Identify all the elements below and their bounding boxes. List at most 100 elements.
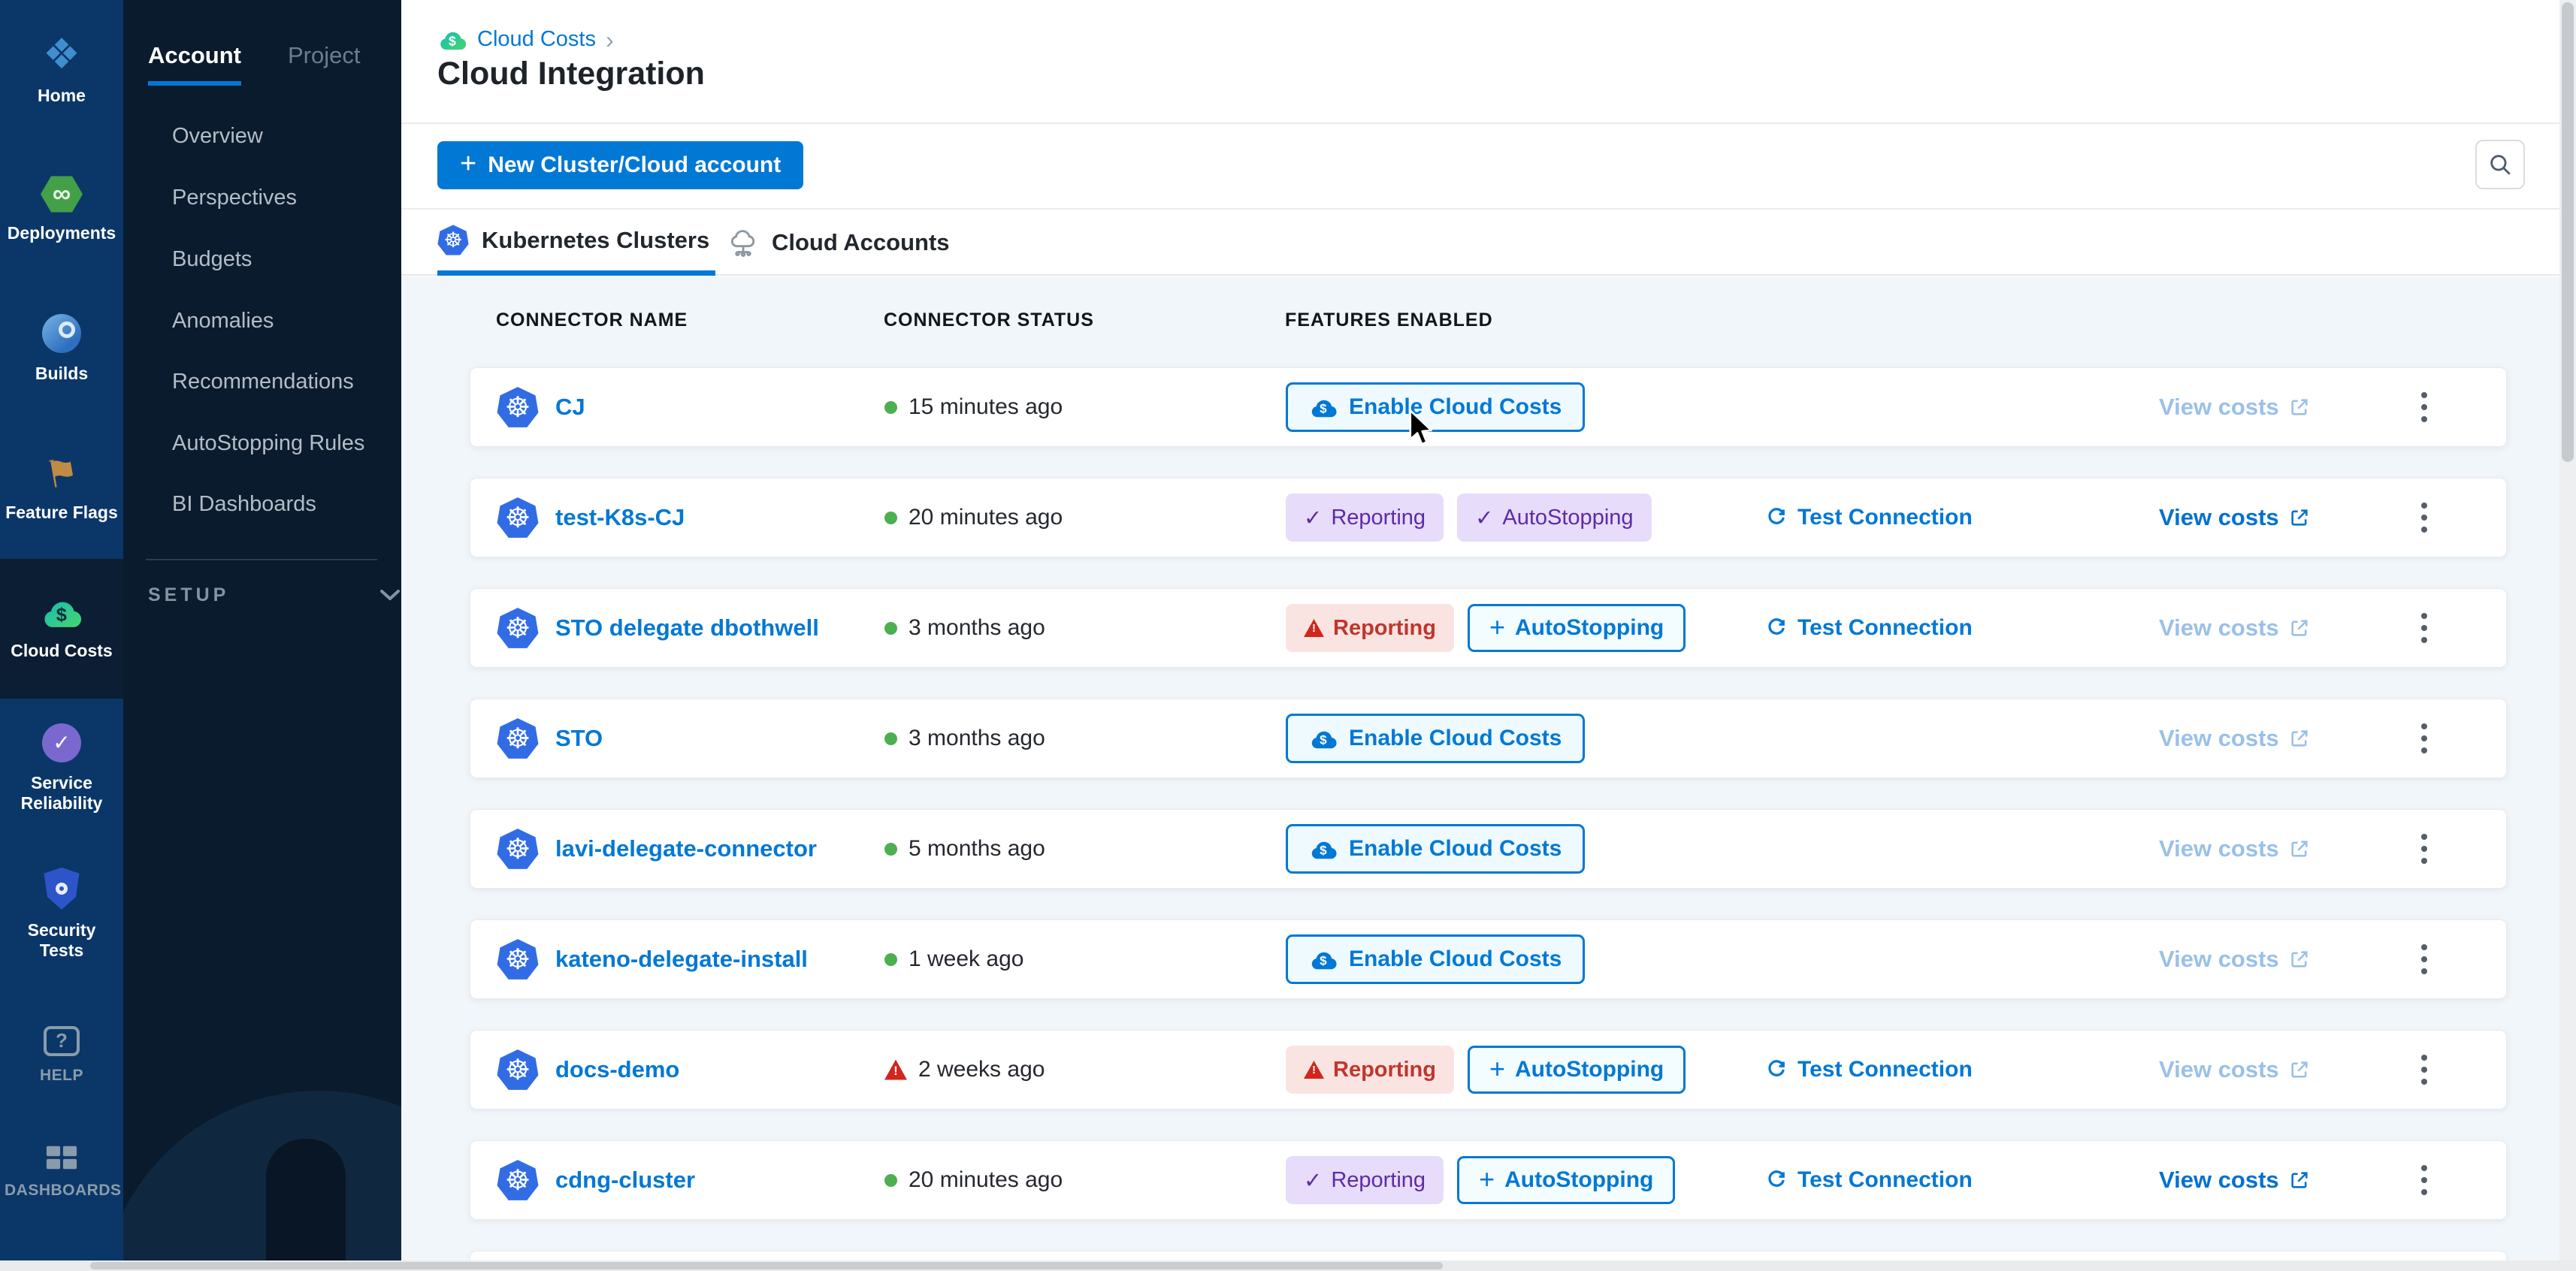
- status-ok-dot: [884, 843, 897, 856]
- sidebar-item-help[interactable]: ? HELP: [0, 999, 123, 1112]
- tab-cloud-accounts[interactable]: Cloud Accounts: [727, 210, 950, 276]
- view-costs-link[interactable]: View costs: [2159, 1167, 2310, 1194]
- main-content: $ Cloud Costs › Cloud Integration + New …: [401, 0, 2576, 1271]
- test-connection-link[interactable]: Test Connection: [1765, 1167, 1973, 1193]
- status-ok-dot: [884, 622, 897, 635]
- sidebar-item-label: Cloud Costs: [11, 641, 112, 661]
- setup-section-toggle[interactable]: SETUP: [148, 584, 229, 606]
- sidebar-item-label: DASHBOARDS: [5, 1182, 119, 1200]
- vertical-scrollbar[interactable]: [2559, 0, 2576, 1260]
- nav-item-autostopping-rules[interactable]: AutoStopping Rules: [172, 431, 364, 456]
- add-autostopping-button[interactable]: +AutoStopping: [1468, 604, 1686, 652]
- test-connection-link[interactable]: Test Connection: [1765, 1057, 1973, 1082]
- row-menu-button[interactable]: [2412, 1046, 2436, 1094]
- external-link-icon: [2289, 1170, 2310, 1191]
- feature-badge-autostopping: ✓AutoStopping: [1457, 494, 1651, 542]
- row-menu-button[interactable]: [2412, 383, 2436, 431]
- sidebar-item-service-reliability[interactable]: ✓ Service Reliability: [0, 699, 123, 838]
- builds-icon: [42, 314, 81, 353]
- tab-project[interactable]: Project: [288, 42, 360, 69]
- row-menu-button[interactable]: [2412, 825, 2436, 873]
- nav-item-overview[interactable]: Overview: [172, 124, 263, 149]
- refresh-icon: [1765, 1169, 1788, 1191]
- sidebar-item-security-tests[interactable]: Security Tests: [0, 844, 123, 984]
- service-reliability-icon: ✓: [42, 723, 81, 762]
- nav-item-budgets[interactable]: Budgets: [172, 247, 252, 272]
- row-menu-button[interactable]: [2412, 494, 2436, 542]
- cloud-costs-icon: $: [40, 596, 83, 630]
- status-ok-dot: [884, 512, 897, 524]
- enable-cloud-costs-button[interactable]: $Enable Cloud Costs: [1286, 714, 1585, 763]
- connector-name-link[interactable]: STO delegate dbothwell: [555, 614, 819, 642]
- view-costs-link[interactable]: View costs: [2159, 504, 2310, 531]
- test-connection-link[interactable]: Test Connection: [1765, 615, 1973, 641]
- connector-status: 2 weeks ago: [884, 1057, 1045, 1082]
- row-menu-button[interactable]: [2412, 714, 2436, 762]
- view-costs-link[interactable]: View costs: [2159, 725, 2310, 752]
- sidebar-item-deployments[interactable]: ∞ Deployments: [0, 140, 123, 279]
- features-enabled: ✓Reporting+AutoStopping: [1286, 1156, 1675, 1204]
- kubernetes-connector-icon: ☸: [497, 1049, 539, 1091]
- view-costs-link[interactable]: View costs: [2159, 614, 2310, 642]
- nav-item-recommendations[interactable]: Recommendations: [172, 370, 354, 394]
- refresh-icon: [1765, 506, 1788, 529]
- status-time: 5 months ago: [909, 836, 1045, 862]
- breadcrumb-link-cloud-costs[interactable]: Cloud Costs: [477, 27, 596, 52]
- table-header: CONNECTOR NAME CONNECTOR STATUS FEATURES…: [470, 309, 2507, 332]
- connector-status: 15 minutes ago: [884, 394, 1063, 420]
- plus-icon: +: [460, 148, 476, 180]
- enable-cloud-costs-button[interactable]: $Enable Cloud Costs: [1286, 382, 1585, 432]
- view-costs-link[interactable]: View costs: [2159, 835, 2310, 862]
- sidebar-item-dashboards[interactable]: DASHBOARDS: [0, 1119, 123, 1224]
- status-time: 20 minutes ago: [909, 1167, 1063, 1193]
- connector-name-link[interactable]: docs-demo: [555, 1056, 679, 1083]
- connector-name-link[interactable]: test-K8s-CJ: [555, 504, 685, 531]
- chevron-down-icon[interactable]: [379, 587, 401, 602]
- horizontal-scrollbar-thumb[interactable]: [90, 1262, 1443, 1269]
- nav-item-bi-dashboards[interactable]: BI Dashboards: [172, 492, 316, 517]
- features-enabled: $Enable Cloud Costs: [1286, 382, 1585, 432]
- table-row: ☸lavi-delegate-connector5 months ago$Ena…: [470, 809, 2507, 889]
- row-menu-button[interactable]: [2412, 935, 2436, 983]
- vertical-scrollbar-thumb[interactable]: [2562, 2, 2574, 462]
- new-cluster-cloud-account-button[interactable]: + New Cluster/Cloud account: [437, 141, 803, 189]
- row-menu-button[interactable]: [2412, 1156, 2436, 1204]
- kubernetes-connector-icon: ☸: [497, 938, 539, 980]
- kubernetes-connector-icon: ☸: [497, 497, 539, 539]
- row-menu-button[interactable]: [2412, 604, 2436, 652]
- breadcrumb-separator: ›: [606, 28, 614, 52]
- nav-item-anomalies[interactable]: Anomalies: [172, 309, 274, 334]
- sidebar-item-feature-flags[interactable]: ⚑ Feature Flags: [0, 419, 123, 559]
- horizontal-scrollbar[interactable]: [0, 1260, 2576, 1271]
- features-enabled: ✓Reporting ✓AutoStopping: [1286, 494, 1652, 542]
- column-header-connector-name: CONNECTOR NAME: [496, 309, 688, 331]
- connector-name-link[interactable]: lavi-delegate-connector: [555, 835, 817, 862]
- sidebar-item-cloud-costs[interactable]: $ Cloud Costs: [0, 559, 123, 699]
- nav-item-perspectives[interactable]: Perspectives: [172, 186, 297, 210]
- view-costs-link[interactable]: View costs: [2159, 946, 2310, 973]
- view-costs-link[interactable]: View costs: [2159, 394, 2310, 421]
- connector-name-link[interactable]: CJ: [555, 394, 585, 421]
- sidebar-item-builds[interactable]: Builds: [0, 279, 123, 419]
- enable-cloud-costs-button[interactable]: $Enable Cloud Costs: [1286, 934, 1585, 984]
- table-row: ☸STO delegate dbothwell3 months agoRepor…: [470, 588, 2507, 668]
- enable-cloud-costs-button[interactable]: $Enable Cloud Costs: [1286, 824, 1585, 874]
- feature-badge-error-reporting: Reporting: [1286, 1046, 1454, 1094]
- view-costs-link[interactable]: View costs: [2159, 1056, 2310, 1083]
- search-button[interactable]: [2475, 140, 2525, 189]
- add-autostopping-button[interactable]: +AutoStopping: [1468, 1046, 1686, 1094]
- table-rows: ☸ CJ 15 minutes ago $Enable Cloud Costs View…: [470, 367, 2507, 1269]
- tab-kubernetes-clusters[interactable]: ☸ Kubernetes Clusters: [437, 210, 715, 276]
- sidebar-item-home[interactable]: ❖ Home: [0, 0, 123, 140]
- refresh-icon: [1765, 1058, 1788, 1081]
- add-autostopping-button[interactable]: +AutoStopping: [1457, 1156, 1675, 1204]
- connector-name-link[interactable]: kateno-delegate-install: [555, 946, 808, 973]
- decorative-shape: [266, 1139, 346, 1265]
- connector-name-link[interactable]: STO: [555, 725, 603, 752]
- cloud-dollar-icon: $: [1309, 948, 1338, 971]
- tab-account[interactable]: Account: [148, 42, 241, 86]
- test-connection-link[interactable]: Test Connection: [1765, 505, 1973, 530]
- status-time: 20 minutes ago: [909, 505, 1063, 530]
- feature-badge-reporting: ✓Reporting: [1286, 494, 1444, 542]
- connector-name-link[interactable]: cdng-cluster: [555, 1167, 695, 1194]
